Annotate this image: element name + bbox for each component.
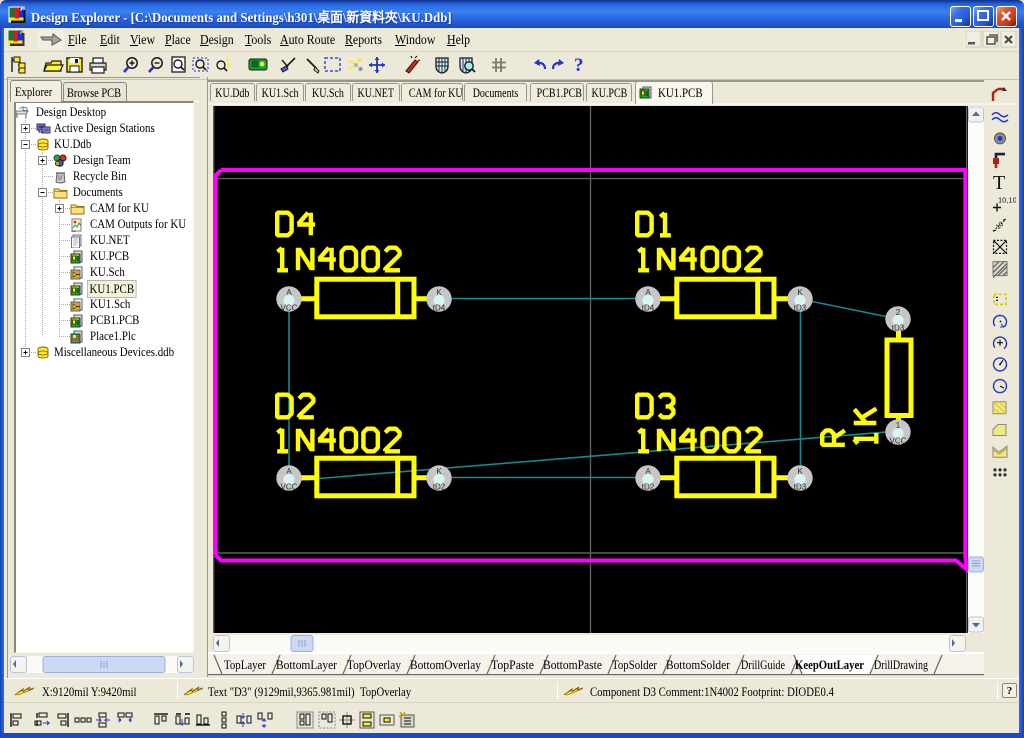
svg-text:TopLayer: TopLayer — [224, 658, 267, 672]
svg-text:BottomPaste: BottomPaste — [543, 658, 602, 672]
svg-text:K: K — [436, 288, 442, 297]
svg-text:TopOverlay: TopOverlay — [347, 658, 402, 672]
svg-text:VCC: VCC — [281, 304, 298, 313]
svg-text:VCC: VCC — [890, 437, 907, 446]
svg-text:A: A — [286, 288, 292, 297]
svg-text:tD3: tD3 — [794, 483, 807, 492]
svg-text:T: T — [993, 172, 1005, 194]
svg-text:TopSolder: TopSolder — [612, 658, 658, 672]
svg-text:tD2: tD2 — [433, 483, 446, 492]
svg-text:A: A — [645, 288, 651, 297]
svg-text:?: ? — [574, 55, 584, 76]
svg-text:2: 2 — [896, 308, 901, 317]
svg-text:BottomSolder: BottomSolder — [666, 658, 731, 672]
svg-text:K: K — [436, 467, 442, 476]
svg-text:tD2: tD2 — [642, 483, 655, 492]
svg-text:tD4: tD4 — [642, 304, 655, 313]
svg-text:A: A — [286, 467, 292, 476]
svg-text:TopPaste: TopPaste — [491, 658, 534, 672]
svg-text:10: 10 — [995, 221, 1006, 231]
svg-text:10,10: 10,10 — [998, 196, 1016, 205]
svg-text:BottomLayer: BottomLayer — [276, 658, 338, 672]
svg-text:A: A — [645, 467, 651, 476]
svg-text:K: K — [797, 288, 803, 297]
svg-text:DrillGuide: DrillGuide — [741, 658, 785, 672]
svg-text:tD3: tD3 — [794, 304, 807, 313]
svg-text:KeepOutLayer: KeepOutLayer — [795, 658, 864, 672]
svg-text:K: K — [797, 467, 803, 476]
svg-text:BottomOverlay: BottomOverlay — [410, 658, 482, 672]
svg-text:VCC: VCC — [281, 483, 298, 492]
svg-text:tD3: tD3 — [892, 324, 905, 333]
svg-text:tD4: tD4 — [433, 304, 446, 313]
svg-text:DrillDrawing: DrillDrawing — [874, 658, 929, 672]
svg-text:1: 1 — [896, 421, 901, 430]
